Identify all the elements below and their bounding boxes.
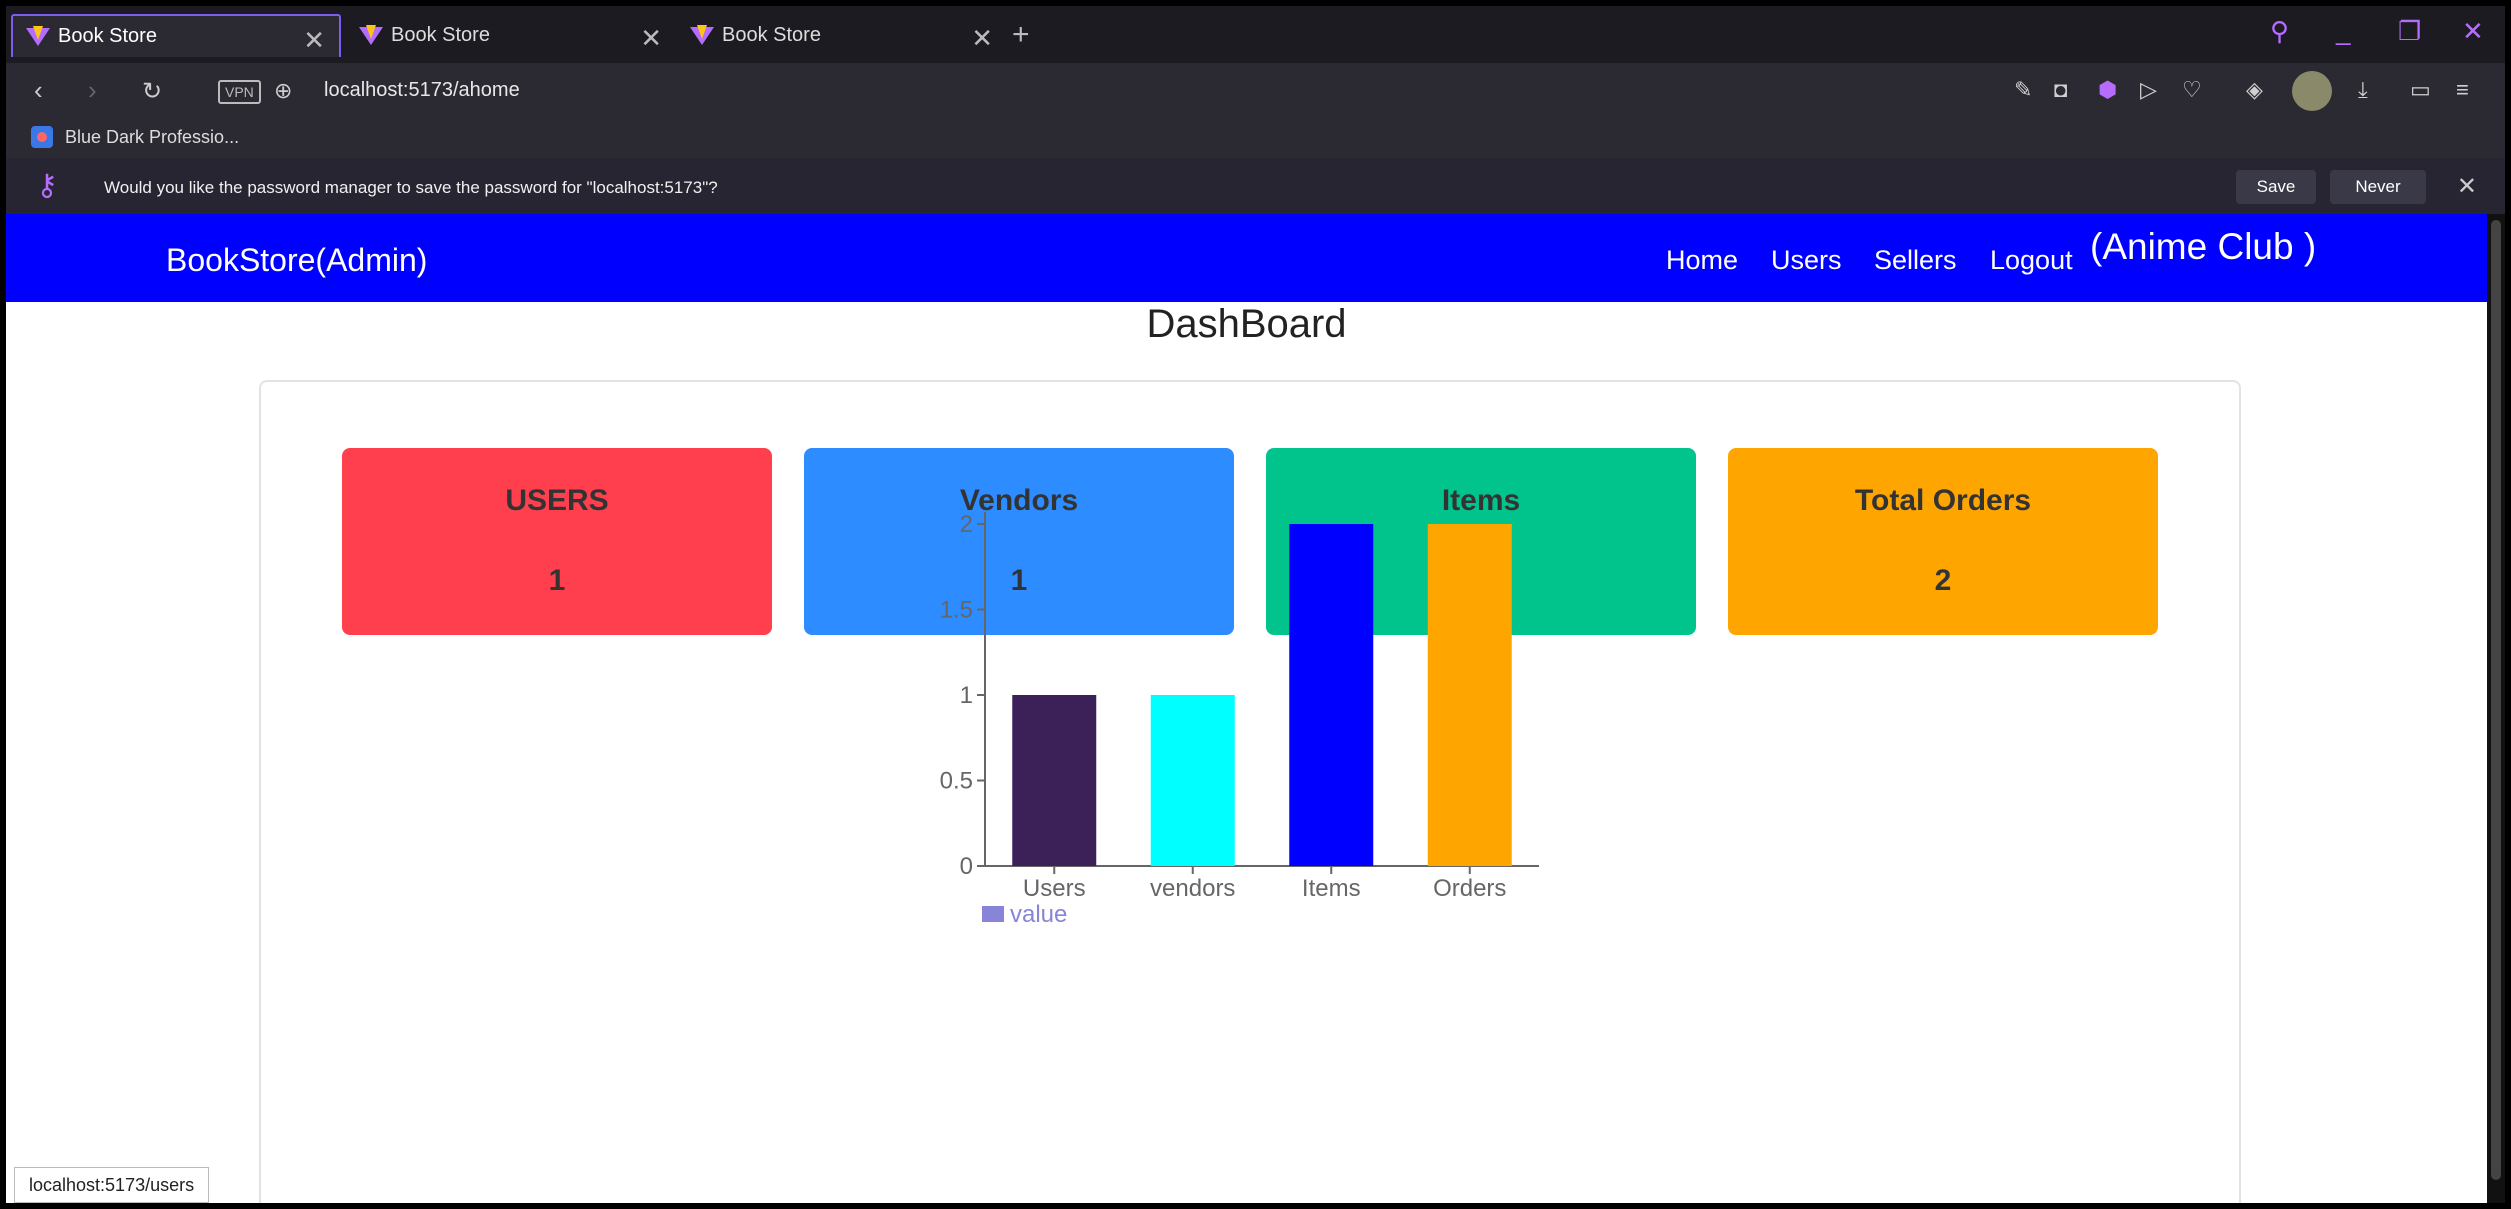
brand-logo[interactable]: BookStore(Admin) [166, 242, 427, 279]
shield-icon[interactable]: ⬢ [2098, 77, 2117, 103]
tab-book-store-3[interactable]: Book Store ✕ [677, 14, 1007, 57]
nav-sellers-link[interactable]: Sellers [1874, 245, 1957, 276]
tab-book-store-1[interactable]: Book Store ✕ [11, 14, 341, 57]
bar-users [1012, 695, 1097, 866]
back-icon[interactable]: ‹ [34, 75, 43, 106]
avatar[interactable] [2292, 71, 2332, 111]
bookmarks-bar: Blue Dark Professio... [6, 118, 2505, 158]
close-tab-icon[interactable]: ✕ [640, 23, 662, 54]
bar-items [1289, 524, 1374, 866]
nav-logout-link[interactable]: Logout [1990, 245, 2073, 276]
browser-window: Book Store ✕ Book Store ✕ Book Store ✕ +… [6, 6, 2505, 1203]
reload-icon[interactable]: ↻ [142, 77, 162, 106]
download-icon[interactable]: ⤓ [2358, 77, 2368, 103]
new-tab-icon[interactable]: + [1012, 18, 1030, 52]
web-page: BookStore(Admin) Home Users Sellers Logo… [6, 214, 2487, 1203]
url-field[interactable]: localhost:5173/ahome [324, 79, 520, 102]
close-window-icon[interactable]: ✕ [2462, 16, 2484, 47]
bar-chart: 0 0.5 1 1.5 2 Users vendors Items Orders value [940, 511, 1539, 928]
tab-book-store-2[interactable]: Book Store ✕ [346, 14, 676, 57]
x-tick-label: vendors [1150, 875, 1235, 902]
vite-icon [359, 24, 383, 45]
menu-icon[interactable]: ≡ [2456, 77, 2469, 103]
forward-icon[interactable]: › [88, 75, 97, 106]
dashboard-panel: USERS 1 Vendors 1 Items 2 Total Orders 2… [259, 380, 2241, 1203]
close-icon[interactable]: ✕ [2457, 172, 2477, 201]
bar-orders [1427, 524, 1512, 866]
minimize-icon[interactable]: _ [2336, 16, 2350, 47]
bookmark-label: Blue Dark Professio... [65, 126, 240, 147]
save-password-button[interactable]: Save [2236, 170, 2316, 204]
app-navbar: BookStore(Admin) Home Users Sellers Logo… [6, 214, 2487, 302]
page-scrollbar[interactable] [2487, 214, 2505, 1203]
bookmark-icon [31, 126, 53, 148]
nav-home-link[interactable]: Home [1666, 245, 1738, 276]
password-prompt-text: Would you like the password manager to s… [104, 178, 718, 197]
tab-title: Book Store [391, 24, 490, 46]
restore-icon[interactable]: ❐ [2398, 16, 2421, 47]
x-tick-label: Orders [1433, 875, 1506, 902]
legend-swatch [982, 906, 1004, 922]
club-name: (Anime Club ) [2090, 226, 2317, 267]
status-url: localhost:5173/users [14, 1167, 210, 1203]
tab-title: Book Store [722, 24, 821, 46]
tab-title: Book Store [58, 25, 157, 47]
password-manager-bar: ⚷ Would you like the password manager to… [6, 158, 2505, 214]
box-icon[interactable]: ◈ [2246, 77, 2263, 103]
nav-users-link[interactable]: Users [1771, 245, 1842, 276]
close-tab-icon[interactable]: ✕ [971, 23, 993, 54]
y-tick-label: 1 [960, 682, 973, 709]
legend-label: value [1010, 901, 1067, 928]
bookmark-item[interactable]: Blue Dark Professio... [31, 126, 239, 148]
globe-icon: ⊕ [274, 78, 293, 103]
close-tab-icon[interactable]: ✕ [303, 25, 325, 56]
y-tick-label: 0.5 [940, 768, 973, 795]
send-icon[interactable]: ▷ [2140, 77, 2157, 103]
search-icon[interactable]: ⚲ [2270, 16, 2289, 47]
scrollbar-thumb[interactable] [2491, 220, 2501, 1180]
edit-icon[interactable]: ✎ [2014, 77, 2032, 103]
page-title: DashBoard [1146, 302, 1347, 346]
battery-icon[interactable]: ▭ [2410, 77, 2431, 103]
key-icon: ⚷ [36, 169, 58, 202]
heart-icon[interactable]: ♡ [2182, 77, 2202, 103]
vite-icon [690, 24, 714, 45]
y-tick-label: 1.5 [940, 597, 973, 624]
x-tick-label: Items [1302, 875, 1361, 902]
y-tick-label: 2 [960, 511, 973, 538]
bar-vendors [1150, 695, 1235, 866]
vpn-badge[interactable]: VPN [218, 80, 261, 104]
never-button[interactable]: Never [2330, 170, 2426, 204]
vite-icon [26, 25, 50, 46]
tab-bar: Book Store ✕ Book Store ✕ Book Store ✕ +… [6, 6, 2505, 63]
x-tick-label: Users [1023, 875, 1086, 902]
y-tick-label: 0 [960, 853, 973, 880]
address-bar: ‹ › ↻ VPN ⊕ localhost:5173/ahome ✎ ◘ ⬢ ▷… [6, 63, 2505, 118]
camera-icon[interactable]: ◘ [2054, 77, 2067, 103]
